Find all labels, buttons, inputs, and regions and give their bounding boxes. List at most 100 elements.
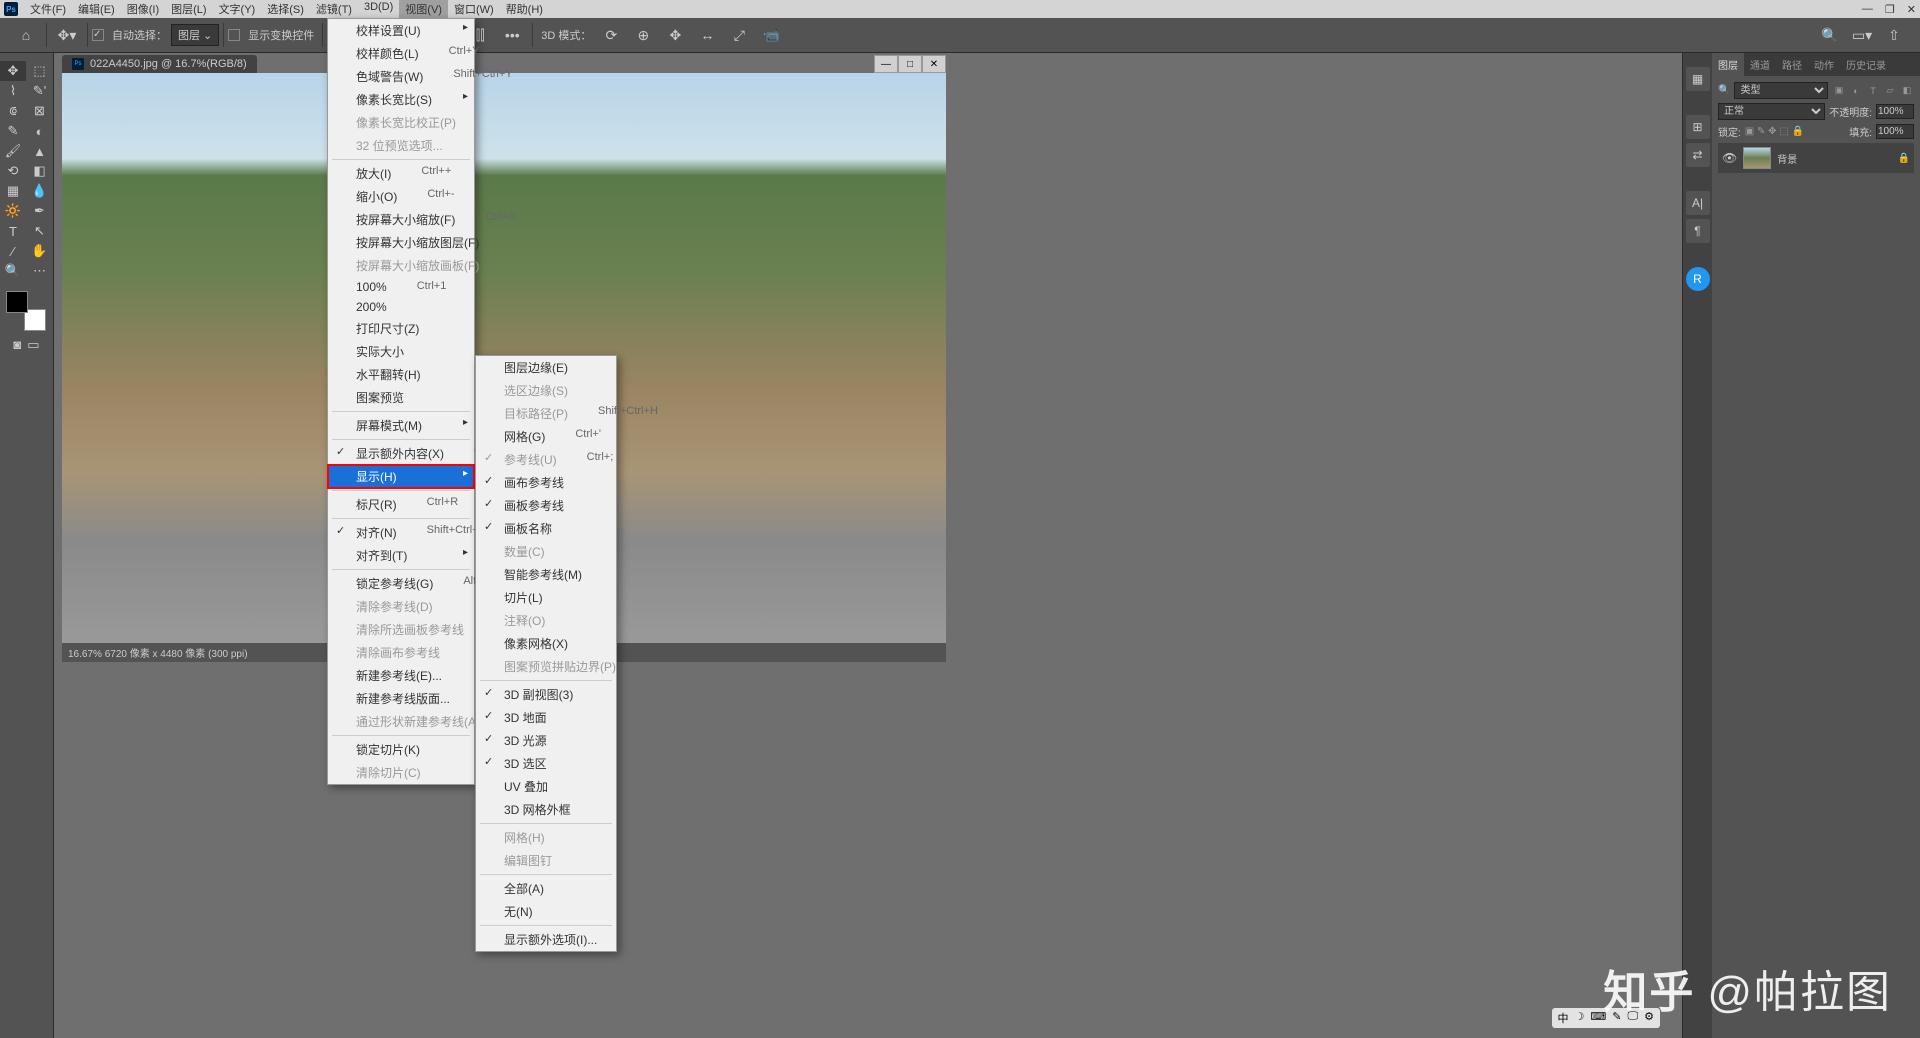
quick-mask-icon[interactable]: ◙ xyxy=(13,337,21,353)
menu-滤镜[interactable]: 滤镜(T) xyxy=(310,0,358,19)
search-icon[interactable]: 🔍 xyxy=(1816,21,1844,49)
move-tool-icon[interactable]: ✥▾ xyxy=(53,21,81,49)
menu-item[interactable]: 无(N) xyxy=(476,900,616,923)
lock-icons[interactable]: ▣ ✎ ✥ ⬚ 🔒 xyxy=(1745,126,1845,137)
edit-toolbar[interactable]: ⋯ xyxy=(27,261,53,281)
menu-帮助[interactable]: 帮助(H) xyxy=(500,0,549,19)
properties-icon[interactable]: ⇄ xyxy=(1686,143,1710,167)
ime-icon[interactable]: 中 xyxy=(1558,1010,1569,1026)
menu-item[interactable]: 打印尺寸(Z) xyxy=(328,317,474,340)
menu-item[interactable]: 切片(L) xyxy=(476,586,616,609)
3d-slide-icon[interactable]: ↔ xyxy=(693,21,721,49)
layer-thumbnail[interactable] xyxy=(1743,147,1771,169)
filter-adjust-icon[interactable]: ◐ xyxy=(1849,84,1863,98)
eraser-tool[interactable]: ◧ xyxy=(27,161,53,181)
maximize-button[interactable]: ❐ xyxy=(1885,3,1895,16)
menu-item[interactable]: 按屏幕大小缩放(F)Ctrl+0 xyxy=(328,208,474,231)
opacity-input[interactable] xyxy=(1876,104,1914,119)
minimize-button[interactable]: — xyxy=(1862,3,1873,16)
menu-item[interactable]: 像素网格(X) xyxy=(476,632,616,655)
menu-item[interactable]: 3D 选区 xyxy=(476,752,616,775)
menu-item[interactable]: 全部(A) xyxy=(476,877,616,900)
menu-item[interactable]: 3D 网格外框 xyxy=(476,798,616,821)
blur-tool[interactable]: 💧 xyxy=(27,181,53,201)
zoom-tool[interactable]: 🔍 xyxy=(0,261,26,281)
menu-item[interactable]: 200% xyxy=(328,297,474,317)
menu-item[interactable]: 对齐(N)Shift+Ctrl+; xyxy=(328,521,474,544)
panel-tab-2[interactable]: 路径 xyxy=(1776,53,1808,76)
menu-item[interactable]: 100%Ctrl+1 xyxy=(328,277,474,297)
auto-select-checkbox[interactable] xyxy=(92,29,104,41)
auto-select-target[interactable]: 图层 ⌄ xyxy=(171,24,219,46)
panel-tab-0[interactable]: 图层 xyxy=(1712,53,1744,76)
menu-item[interactable]: 像素长宽比(S) xyxy=(328,88,474,111)
filter-smart-icon[interactable]: ◧ xyxy=(1900,84,1914,98)
visibility-icon[interactable]: 👁 xyxy=(1722,151,1737,165)
menu-图像[interactable]: 图像(I) xyxy=(121,0,165,19)
layer-item[interactable]: 👁 背景 🔒 xyxy=(1718,143,1914,173)
brush-tool[interactable]: 🖌 xyxy=(0,141,26,161)
menu-item[interactable]: 3D 地面 xyxy=(476,706,616,729)
stamp-tool[interactable]: ▲ xyxy=(27,141,53,161)
color-swatches[interactable] xyxy=(6,291,46,331)
menu-item[interactable]: 屏幕模式(M) xyxy=(328,414,474,437)
pen-tool[interactable]: ✒ xyxy=(27,201,53,221)
adjustments-icon[interactable]: ⊞ xyxy=(1686,115,1710,139)
menu-item[interactable]: 显示额外选项(I)... xyxy=(476,928,616,951)
3d-camera-icon[interactable]: 📹 xyxy=(757,21,785,49)
menu-图层[interactable]: 图层(L) xyxy=(165,0,212,19)
filter-icon[interactable]: 🔍 xyxy=(1718,85,1730,96)
more-icon[interactable]: ••• xyxy=(498,21,526,49)
lock-icon[interactable]: 🔒 xyxy=(1898,153,1910,164)
filter-shape-icon[interactable]: ▱ xyxy=(1883,84,1897,98)
menu-item[interactable]: 新建参考线版面... xyxy=(328,687,474,710)
3d-pan-icon[interactable]: ✥ xyxy=(661,21,689,49)
menu-item[interactable]: 图层边缘(E) xyxy=(476,356,616,379)
plugin-icon[interactable]: R xyxy=(1686,267,1710,291)
doc-minimize-button[interactable]: — xyxy=(874,55,898,73)
history-brush-tool[interactable]: ⟲ xyxy=(0,161,26,181)
character-icon[interactable]: A| xyxy=(1686,191,1710,215)
menu-item[interactable]: 校样颜色(L)Ctrl+Y xyxy=(328,42,474,65)
menu-item[interactable]: 水平翻转(H) xyxy=(328,363,474,386)
share-icon[interactable]: ⇧ xyxy=(1880,21,1908,49)
dodge-tool[interactable]: 🔆 xyxy=(0,201,26,221)
show-transform-checkbox[interactable] xyxy=(228,29,240,41)
panel-tab-4[interactable]: 历史记录 xyxy=(1840,53,1892,76)
move-tool[interactable]: ✥ xyxy=(0,61,26,81)
hand-tool[interactable]: ✋ xyxy=(27,241,53,261)
menu-item[interactable]: 显示额外内容(X)Ctrl+H xyxy=(328,442,474,465)
menu-item[interactable]: 缩小(O)Ctrl+- xyxy=(328,185,474,208)
menu-item[interactable]: 锁定切片(K) xyxy=(328,738,474,761)
heal-tool[interactable]: ◐ xyxy=(27,121,53,141)
doc-maximize-button[interactable]: □ xyxy=(898,55,922,73)
menu-item[interactable]: 对齐到(T) xyxy=(328,544,474,567)
close-button[interactable]: ✕ xyxy=(1907,3,1916,16)
menu-item[interactable]: 显示(H) xyxy=(328,465,474,488)
quick-select-tool[interactable]: ✎' xyxy=(27,81,53,101)
eyedropper-tool[interactable]: ✎ xyxy=(0,121,26,141)
menu-item[interactable]: 网格(G)Ctrl+' xyxy=(476,425,616,448)
menu-item[interactable]: 新建参考线(E)... xyxy=(328,664,474,687)
menu-item[interactable]: 放大(I)Ctrl++ xyxy=(328,162,474,185)
menu-item[interactable]: 校样设置(U) xyxy=(328,19,474,42)
menu-文件[interactable]: 文件(F) xyxy=(24,0,72,19)
menu-item[interactable]: 智能参考线(M) xyxy=(476,563,616,586)
menu-item[interactable]: 3D 副视图(3) xyxy=(476,683,616,706)
3d-scale-icon[interactable]: ⤢ xyxy=(725,21,753,49)
path-tool[interactable]: ↖ xyxy=(27,221,53,241)
menu-选择[interactable]: 选择(S) xyxy=(261,0,310,19)
swatches-icon[interactable]: ▦ xyxy=(1686,67,1710,91)
menu-文字[interactable]: 文字(Y) xyxy=(213,0,262,19)
fill-input[interactable] xyxy=(1876,124,1914,139)
menu-item[interactable]: 标尺(R)Ctrl+R xyxy=(328,493,474,516)
menu-item[interactable]: 实际大小 xyxy=(328,340,474,363)
paragraph-icon[interactable]: ¶ xyxy=(1686,219,1710,243)
filter-pixel-icon[interactable]: ▣ xyxy=(1832,84,1846,98)
menu-item[interactable]: 锁定参考线(G)Alt+Ctrl+; xyxy=(328,572,474,595)
layer-filter-select[interactable]: 类型 xyxy=(1734,82,1828,99)
document-tab[interactable]: Ps 022A4450.jpg @ 16.7%(RGB/8) xyxy=(62,55,257,73)
type-tool[interactable]: T xyxy=(0,221,26,241)
doc-close-button[interactable]: ✕ xyxy=(922,55,946,73)
screen-mode-icon[interactable]: ▭ xyxy=(27,337,39,353)
